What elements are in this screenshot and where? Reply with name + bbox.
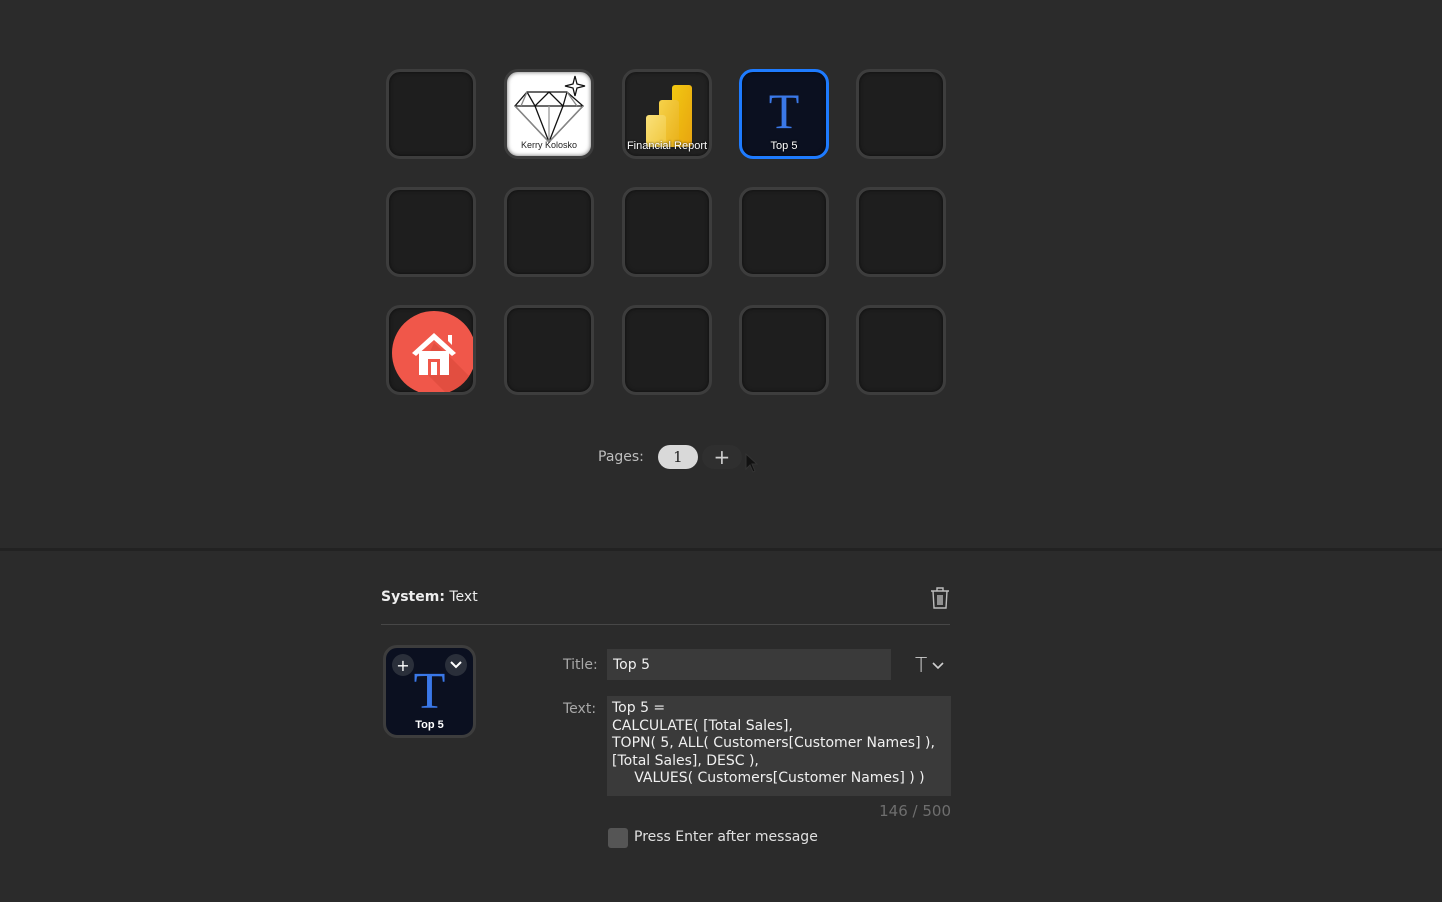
title-label: Title: [563, 657, 598, 673]
preview-label: Top 5 [415, 719, 444, 731]
key-preview[interactable]: + T Top 5 [383, 645, 476, 738]
key-financial-report[interactable]: Financial Report [622, 69, 712, 159]
mouse-cursor-icon [745, 453, 759, 473]
title-input[interactable] [607, 649, 891, 680]
plus-icon: + [713, 445, 731, 469]
key-slot-empty[interactable] [856, 187, 946, 277]
action-type-heading: System: Text [381, 589, 478, 605]
key-label: Financial Report [626, 140, 708, 152]
system-value: Text [449, 589, 478, 605]
key-label: Kerry Kolosko [520, 140, 578, 150]
key-kerry-kolosko[interactable]: Kerry Kolosko [504, 69, 594, 159]
key-slot-empty[interactable] [504, 187, 594, 277]
trash-icon[interactable] [929, 586, 951, 610]
key-top-5[interactable]: T Top 5 [739, 69, 829, 159]
text-label: Text: [563, 701, 597, 717]
char-counter: 146 / 500 [879, 802, 951, 820]
font-t-icon: T [915, 653, 928, 677]
page-1-button[interactable]: 1 [657, 445, 698, 469]
diamond-icon [514, 75, 586, 143]
press-enter-label[interactable]: Press Enter after message [634, 829, 818, 845]
canvas-area: Kerry Kolosko Financial Report T Top 5 P… [0, 0, 1442, 548]
heading-divider [381, 624, 950, 625]
title-font-button[interactable]: T [915, 653, 945, 677]
key-grid: Kerry Kolosko Financial Report T Top 5 [386, 69, 952, 401]
key-slot-empty[interactable] [856, 305, 946, 395]
home-icon [392, 311, 473, 392]
chevron-down-icon [932, 662, 944, 670]
key-slot-empty[interactable] [386, 187, 476, 277]
press-enter-checkbox[interactable] [608, 828, 628, 848]
key-slot-empty[interactable] [386, 69, 476, 159]
pages-bar: Pages: 1 + [598, 444, 742, 470]
key-slot-empty[interactable] [622, 187, 712, 277]
system-label: System: [381, 589, 445, 605]
key-home[interactable] [386, 305, 476, 395]
text-input[interactable]: Top 5 = CALCULATE( [Total Sales], TOPN( … [607, 696, 951, 796]
text-t-icon: T [413, 663, 446, 720]
add-page-button[interactable]: + [701, 445, 742, 469]
key-slot-empty[interactable] [622, 305, 712, 395]
key-slot-empty[interactable] [739, 187, 829, 277]
text-t-icon: T [768, 83, 800, 139]
key-slot-empty[interactable] [739, 305, 829, 395]
key-slot-empty[interactable] [504, 305, 594, 395]
pages-label: Pages: [598, 449, 644, 465]
key-slot-empty[interactable] [856, 69, 946, 159]
key-label: Top 5 [770, 140, 798, 152]
